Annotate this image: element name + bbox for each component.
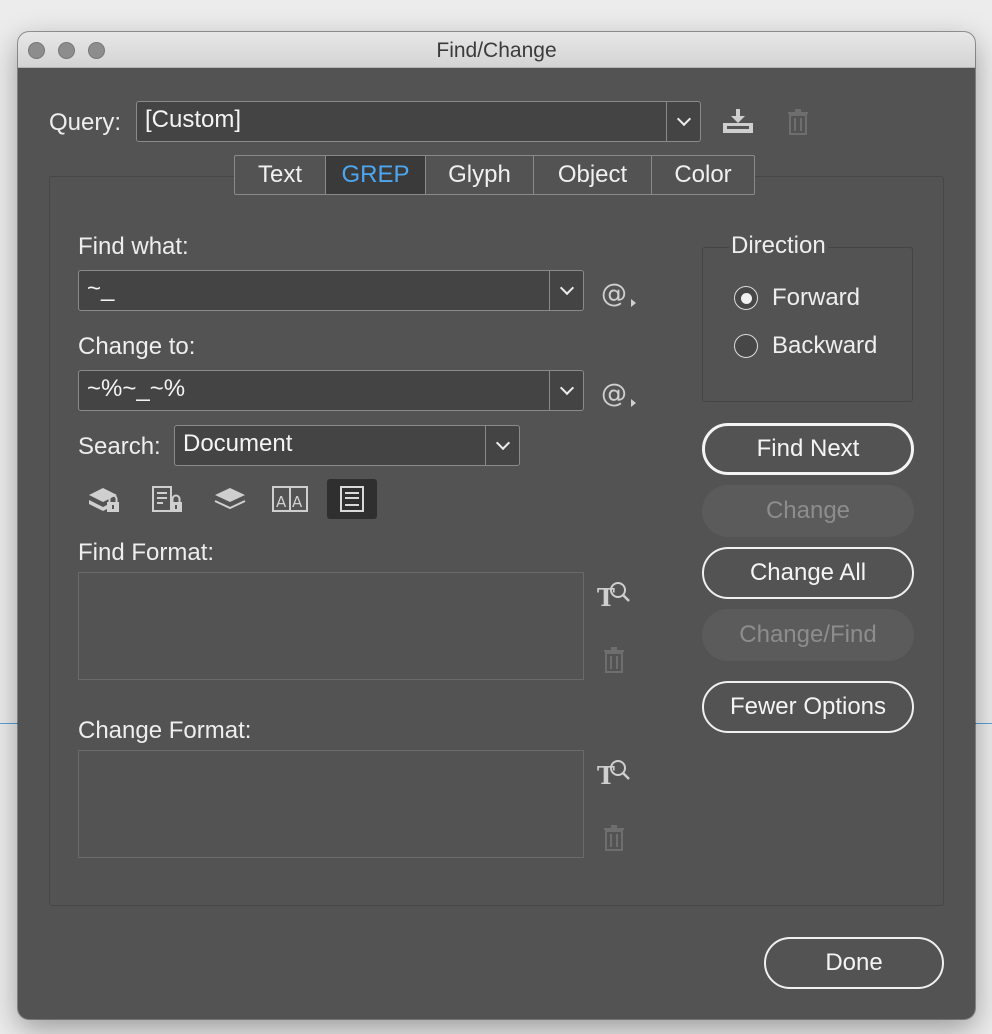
include-hidden-layers-icon (214, 488, 246, 510)
search-scope-select[interactable]: Document (174, 425, 520, 466)
background-guide-line (0, 723, 18, 724)
include-footnotes-icon (340, 486, 364, 512)
include-master-pages-toggle[interactable]: A A (265, 479, 315, 519)
include-master-pages-icon: A A (272, 486, 308, 512)
svg-text:A: A (276, 493, 287, 511)
include-locked-layers-toggle[interactable] (79, 479, 129, 519)
find-what-history-button[interactable] (549, 271, 583, 310)
include-locked-layers-icon (89, 488, 119, 512)
tab-grep[interactable]: GREP (326, 156, 426, 194)
clear-change-format-button[interactable] (600, 823, 628, 853)
find-what-field[interactable]: ~_ (78, 270, 584, 311)
direction-group (702, 247, 913, 402)
title-bar[interactable]: Find/Change (18, 32, 975, 68)
change-all-button[interactable]: Change All (702, 547, 914, 599)
query-label: Query: (49, 109, 122, 136)
clear-find-format-button[interactable] (600, 645, 628, 675)
format-search-icon: T (597, 582, 630, 609)
chevron-down-icon (559, 380, 574, 395)
direction-label: Direction (729, 232, 828, 260)
radio-unselected-icon (734, 334, 758, 358)
tab-bar: Text GREP Glyph Object Color (234, 155, 755, 195)
find-format-label: Find Format: (78, 539, 215, 566)
radio-selected-icon (734, 286, 758, 310)
find-what-label: Find what: (78, 233, 189, 260)
tab-glyph[interactable]: Glyph (426, 156, 534, 194)
find-special-characters-button[interactable]: @ (598, 274, 640, 310)
change-to-value: ~%~_~% (87, 375, 186, 402)
include-locked-stories-toggle[interactable] (142, 479, 192, 519)
done-button[interactable]: Done (764, 937, 944, 989)
specify-find-format-button[interactable]: T (596, 578, 632, 610)
search-label: Search: (78, 433, 161, 460)
find-change-dialog: Find/Change Query: [Custom] Text GREP Gl… (18, 32, 975, 1019)
svg-text:@: @ (601, 379, 627, 409)
change-find-button[interactable]: Change/Find (702, 609, 914, 661)
trash-icon (604, 825, 624, 851)
find-format-box[interactable] (78, 572, 584, 680)
chevron-down-icon (559, 280, 574, 295)
trash-icon (604, 647, 624, 673)
tab-color[interactable]: Color (652, 156, 754, 194)
search-scope-value: Document (183, 430, 293, 457)
tab-text[interactable]: Text (235, 156, 326, 194)
specify-change-format-button[interactable]: T (596, 756, 632, 788)
at-symbol-menu-icon: @ (601, 279, 636, 309)
at-symbol-menu-icon: @ (601, 379, 636, 409)
chevron-down-icon (676, 111, 691, 126)
window-title: Find/Change (436, 39, 557, 62)
change-format-label: Change Format: (78, 717, 252, 744)
trash-icon (788, 109, 808, 135)
query-select[interactable]: [Custom] (136, 101, 701, 142)
change-special-characters-button[interactable]: @ (598, 374, 640, 410)
include-locked-stories-icon (152, 486, 182, 512)
forward-label: Forward (772, 284, 861, 311)
include-footnotes-toggle[interactable] (327, 479, 377, 519)
chevron-down-icon (495, 435, 510, 450)
delete-query-button[interactable] (782, 104, 814, 140)
svg-text:@: @ (601, 279, 627, 309)
change-to-history-button[interactable] (549, 371, 583, 410)
backward-label: Backward (772, 332, 878, 359)
save-query-button[interactable] (718, 104, 758, 140)
include-hidden-layers-toggle[interactable] (205, 479, 255, 519)
direction-forward-radio[interactable]: Forward (734, 284, 860, 312)
svg-text:A: A (292, 493, 303, 511)
direction-backward-radio[interactable]: Backward (734, 332, 877, 360)
format-search-icon: T (597, 760, 630, 787)
change-to-label: Change to: (78, 333, 196, 360)
find-what-value: ~_ (87, 275, 115, 302)
background-guide-line (975, 723, 992, 724)
query-dropdown-button[interactable] (666, 102, 700, 141)
change-format-box[interactable] (78, 750, 584, 858)
save-query-icon (723, 109, 753, 133)
search-scope-dropdown-button[interactable] (485, 426, 519, 465)
query-value: [Custom] (145, 106, 242, 133)
tab-object[interactable]: Object (534, 156, 652, 194)
fewer-options-button[interactable]: Fewer Options (702, 681, 914, 733)
change-button[interactable]: Change (702, 485, 914, 537)
change-to-field[interactable]: ~%~_~% (78, 370, 584, 411)
find-next-button[interactable]: Find Next (702, 423, 914, 475)
